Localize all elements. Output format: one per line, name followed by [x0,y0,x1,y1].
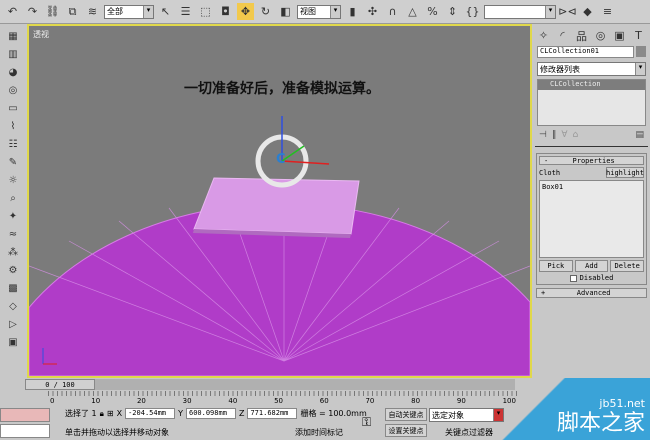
create-tab-icon[interactable]: ✧ [535,27,552,44]
scale-icon[interactable]: ◧ [277,3,294,20]
angle-snap-icon[interactable]: △ [404,3,421,20]
maxscript-listener[interactable] [0,408,50,422]
grid-size: 栅格 = 100.0mm [300,409,367,418]
gizmo-label: C [276,152,286,167]
timeline-ruler[interactable]: 0102030405060708090100 [48,391,518,405]
undo-icon[interactable]: ↶ [4,3,21,20]
pin-stack-icon[interactable]: ⊣ [539,130,547,142]
layers-icon[interactable]: ≡ [599,3,616,20]
bind-spacewarp-icon[interactable]: ≋ [84,3,101,20]
modify-tab-icon[interactable]: ◜ [554,27,571,44]
left-toolbar: ▦ ▥ ◕ ◎ ▭ ⌇ ☷ ✎ ☼ ⌕ ✦ ≈ ⁂ ⚙ ▩ ◇ ▷ ▣ [0,24,26,379]
properties-rollout: - Properties Cloth highlight Box01 Pick A… [536,153,647,285]
main-toolbar: ↶ ↷ ⛓ ⧉ ≋ 全部 ▾ ↖ ☰ ⬚ ◘ ✥ ↻ ◧ 视图 ▾ ▮ ✣ ∩ △ … [0,0,650,24]
set-key-button[interactable]: 设置关键点 [385,424,427,437]
make-unique-icon[interactable]: ∀ [561,130,567,142]
watermark-name: 脚本之家 [556,411,645,436]
named-selection-icon[interactable]: {} [464,3,481,20]
cloth-object-list[interactable]: Box01 [539,180,644,258]
cylinder-icon[interactable]: ▥ [4,46,22,62]
configure-sets-icon[interactable]: ▤ [635,130,644,142]
show-end-result-icon[interactable]: ‖ [552,130,557,142]
coord-system-dropdown[interactable]: 视图 ▾ [297,4,341,19]
spacewarp-icon[interactable]: ≈ [4,226,22,242]
bottom-bar: 0 / 100 0102030405060708090100 选择了 1 🔒︎ … [0,378,650,440]
pick-button[interactable]: Pick [539,260,573,272]
particle-icon[interactable]: ⁂ [4,244,22,260]
unlink-icon[interactable]: ⧉ [64,3,81,20]
modifier-stack: CLCollection [537,79,646,126]
named-selection-dropdown[interactable]: ▾ [484,4,556,19]
y-coordinate-field[interactable]: 600.098mm [185,408,236,419]
time-slider[interactable]: 0 / 100 [25,379,95,390]
simulate-icon[interactable]: ▷ [4,316,22,332]
rotate-icon[interactable]: ↻ [257,3,274,20]
advanced-rollout-header[interactable]: + Advanced [536,288,647,298]
highlight-button[interactable]: highlight [606,167,644,178]
torus-icon[interactable]: ◎ [4,82,22,98]
wire-icon[interactable]: ⌇ [4,118,22,134]
hierarchy-tab-icon[interactable]: 品 [573,27,590,44]
disabled-checkbox[interactable] [569,274,577,282]
lock-icon[interactable]: 🔒︎ [100,409,104,419]
object-name-field[interactable]: CLCollection01 [537,46,634,58]
auto-key-button[interactable]: 自动关键点 [385,408,427,421]
key-mode-dropdown[interactable]: 选定对象 ▾ [429,408,504,422]
select-icon[interactable]: ↖ [157,3,174,20]
bone-icon[interactable]: ✎ [4,154,22,170]
move-icon[interactable]: ✥ [237,3,254,20]
selection-filter-dropdown[interactable]: 全部 ▾ [104,4,154,19]
key-filters-button[interactable]: 关键点过滤器 [445,427,493,438]
pivot-icon[interactable]: ▮ [344,3,361,20]
status-prompt: 单击并拖动以选择并移动对象 [65,428,169,437]
modifier-list-dropdown[interactable]: 修改器列表 ▾ [537,62,646,76]
helper-icon[interactable]: ✦ [4,208,22,224]
create-box-icon[interactable]: ▦ [4,28,22,44]
plane-icon[interactable]: ▭ [4,100,22,116]
percent-snap-icon[interactable]: % [424,3,441,20]
preview-icon[interactable]: ▣ [4,334,22,350]
transform-type-icon[interactable]: ⊞ [107,409,114,418]
x-coordinate-field[interactable]: -204.54mm [125,408,176,419]
motion-tab-icon[interactable]: ◎ [592,27,609,44]
cloth-label: Cloth [539,168,561,177]
remove-modifier-icon[interactable]: ⌂ [573,130,579,142]
display-tab-icon[interactable]: ▣ [611,27,628,44]
perspective-viewport[interactable]: 透视 一切准备好后，准备模拟运算。 C [27,24,532,378]
stack-item[interactable]: CLCollection [538,80,645,90]
key-icon[interactable]: ⚿ [362,415,371,430]
spinner-snap-icon[interactable]: ⇕ [444,3,461,20]
delete-button[interactable]: Delete [610,260,645,272]
properties-rollout-header[interactable]: - Properties [539,156,644,165]
link-icon[interactable]: ⛓ [44,3,61,20]
list-item[interactable]: Box01 [542,183,641,191]
scene [29,116,530,376]
z-coordinate-field[interactable]: 771.682mm [247,408,298,419]
reactor-icon[interactable]: ⚙ [4,262,22,278]
redo-icon[interactable]: ↷ [24,3,41,20]
add-time-tag[interactable]: 添加时间标记 [295,427,343,438]
sphere-icon[interactable]: ◕ [4,64,22,80]
object-color-swatch[interactable] [636,46,646,57]
disabled-label: Disabled [579,274,614,282]
selection-count: 选择了 1 [65,409,97,418]
manipulate-icon[interactable]: ✣ [364,3,381,20]
command-panel: ✧ ◜ 品 ◎ ▣ T CLCollection01 修改器列表 ▾ CLColl… [533,24,650,379]
align-icon[interactable]: ◆ [579,3,596,20]
stack-icon[interactable]: ☷ [4,136,22,152]
maxscript-output[interactable] [0,424,50,438]
rect-selection-icon[interactable]: ⬚ [197,3,214,20]
window-crossing-icon[interactable]: ◘ [217,3,234,20]
mirror-icon[interactable]: ⊳⊲ [558,3,576,20]
select-by-name-icon[interactable]: ☰ [177,3,194,20]
rigid-body-icon[interactable]: ◇ [4,298,22,314]
add-button[interactable]: Add [574,260,609,272]
snap-icon[interactable]: ∩ [384,3,401,20]
light-icon[interactable]: ☼ [4,172,22,188]
command-panel-tabs: ✧ ◜ 品 ◎ ▣ T [533,24,650,44]
utilities-tab-icon[interactable]: T [630,27,647,44]
camera-icon[interactable]: ⌕ [4,190,22,206]
time-slider-track[interactable] [50,379,515,390]
cloth-icon[interactable]: ▩ [4,280,22,296]
